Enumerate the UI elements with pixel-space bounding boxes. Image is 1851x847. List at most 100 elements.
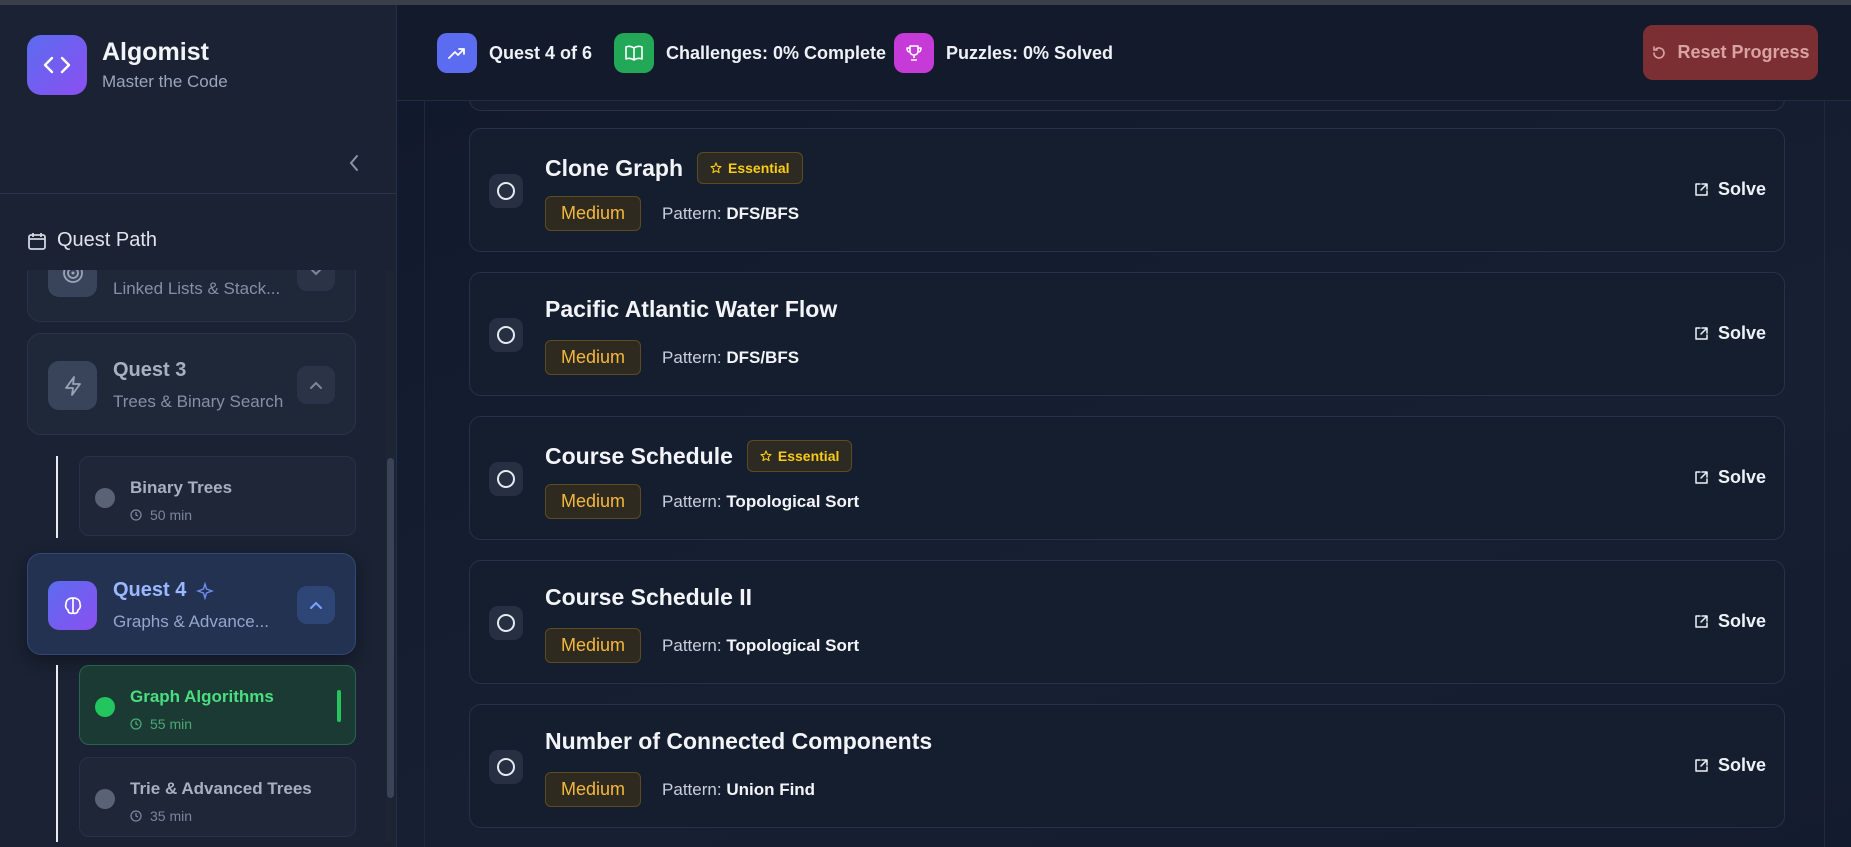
topic-title: Binary Trees (130, 478, 233, 497)
solve-link[interactable]: Solve (1694, 467, 1766, 488)
circle-icon (497, 758, 515, 776)
pattern-text: Pattern: Topological Sort (662, 491, 860, 511)
target-icon (48, 270, 97, 297)
problem-card[interactable]: Number of Connected Components Medium Pa… (469, 704, 1785, 828)
quest-subtitle: Graphs & Advance... (113, 612, 269, 631)
difficulty-badge: Medium (545, 628, 642, 663)
collapse-sidebar-button[interactable] (342, 149, 366, 177)
quest-list[interactable]: Linked Lists & Stack... Quest 3 Trees & … (0, 270, 397, 842)
status-dot (95, 789, 115, 809)
puzzles-stat: Puzzles: 0% Solved (894, 33, 1113, 73)
circle-icon (497, 470, 515, 488)
complete-checkbox[interactable] (489, 462, 523, 496)
topic-title: Graph Algorithms (130, 687, 274, 706)
sparkles-icon (196, 581, 215, 600)
complete-checkbox[interactable] (489, 318, 523, 352)
problem-title: Course Schedule (545, 442, 733, 469)
external-link-icon (1695, 759, 1708, 772)
problem-card[interactable]: Course Schedule II Medium Pattern: Topol… (469, 560, 1785, 684)
problem-title: Number of Connected Components (545, 728, 933, 754)
trending-up-icon (437, 33, 477, 73)
essential-badge: Essential (697, 152, 803, 184)
brand[interactable]: Algomist Master the Code (27, 35, 228, 95)
problem-title: Clone Graph (545, 154, 684, 181)
puzzles-text: Puzzles: 0% Solved (946, 42, 1114, 63)
quest-progress-stat: Quest 4 of 6 (437, 33, 592, 73)
circle-icon (497, 182, 515, 200)
difficulty-badge: Medium (545, 340, 642, 375)
expand-quest-button[interactable] (297, 270, 335, 291)
problem-card[interactable]: Clone Graph Essential Medium Pattern: DF… (469, 128, 1785, 252)
rotate-ccw-icon (1653, 45, 1666, 59)
reset-progress-label: Reset Progress (1677, 42, 1810, 62)
complete-checkbox[interactable] (489, 606, 523, 640)
lightning-icon (48, 361, 97, 410)
status-dot (95, 488, 115, 508)
topic-item[interactable]: Binary Trees 50 min (79, 456, 356, 536)
top-bar: Quest 4 of 6 Challenges: 0% Complete Puz… (397, 5, 1851, 101)
status-dot (95, 697, 115, 717)
code-icon (27, 35, 87, 95)
pattern-text: Pattern: DFS/BFS (662, 347, 800, 367)
pattern-text: Pattern: DFS/BFS (662, 203, 800, 223)
chevron-down-icon (310, 270, 322, 276)
book-icon (614, 33, 654, 73)
clock-icon (130, 810, 142, 822)
chevron-up-icon (310, 601, 322, 609)
quest-card-2[interactable]: Linked Lists & Stack... (27, 270, 356, 322)
pattern-text: Pattern: Union Find (662, 779, 816, 799)
quest-progress-text: Quest 4 of 6 (489, 42, 593, 63)
essential-badge: Essential (746, 440, 853, 472)
topic-duration: 50 min (150, 507, 193, 523)
problem-list[interactable]: Clone Graph Essential Medium Pattern: DF… (397, 101, 1851, 847)
solve-link[interactable]: Solve (1694, 755, 1766, 776)
reset-progress-button[interactable]: Reset Progress (1643, 25, 1818, 80)
topic-title: Trie & Advanced Trees (130, 779, 312, 798)
challenges-stat: Challenges: 0% Complete (614, 33, 886, 73)
brand-title: Algomist (102, 38, 209, 66)
solve-link[interactable]: Solve (1694, 611, 1766, 632)
sidebar-divider (0, 193, 396, 194)
clock-icon (130, 509, 142, 521)
external-link-icon (1695, 471, 1708, 484)
chevron-left-icon (349, 155, 358, 171)
problem-card-partial[interactable] (469, 101, 1785, 111)
trophy-icon (894, 33, 934, 73)
complete-checkbox[interactable] (489, 174, 523, 208)
quest-card-3[interactable]: Quest 3 Trees & Binary Search (27, 333, 356, 435)
solve-link[interactable]: Solve (1694, 179, 1766, 200)
star-icon (710, 162, 722, 174)
external-link-icon (1695, 327, 1708, 340)
brain-icon (48, 581, 97, 630)
problem-card[interactable]: Pacific Atlantic Water Flow Medium Patte… (469, 272, 1785, 396)
topic-item[interactable]: Trie & Advanced Trees 35 min (79, 757, 356, 837)
problem-card[interactable]: Course Schedule Essential Medium Pattern… (469, 416, 1785, 540)
quest-title: Quest 4 (113, 579, 187, 601)
quest-subtitle: Linked Lists & Stack... (113, 279, 281, 298)
difficulty-badge: Medium (545, 772, 642, 807)
topic-duration: 35 min (150, 808, 193, 824)
quest-card-4[interactable]: Quest 4 Graphs & Advance... (27, 553, 356, 655)
sidebar-scrollbar-thumb[interactable] (387, 458, 394, 798)
calendar-icon (28, 232, 46, 250)
solve-link[interactable]: Solve (1694, 323, 1766, 344)
quest-subtitle: Trees & Binary Search (113, 392, 284, 411)
difficulty-badge: Medium (545, 484, 642, 519)
tree-connector (56, 456, 58, 538)
quest-path-header: Quest Path (27, 229, 157, 252)
brand-subtitle: Master the Code (102, 72, 228, 91)
challenges-text: Challenges: 0% Complete (666, 42, 887, 63)
quest-title: Quest 3 (113, 359, 187, 381)
problem-title: Course Schedule II (545, 584, 753, 610)
chevron-up-icon (310, 381, 322, 389)
difficulty-badge: Medium (545, 196, 642, 231)
collapse-quest-button[interactable] (297, 586, 335, 624)
circle-icon (497, 326, 515, 344)
pattern-text: Pattern: Topological Sort (662, 635, 860, 655)
external-link-icon (1695, 183, 1708, 196)
star-icon (760, 450, 772, 462)
complete-checkbox[interactable] (489, 750, 523, 784)
topic-item-active[interactable]: Graph Algorithms 55 min (79, 665, 356, 745)
topic-duration: 55 min (150, 716, 193, 732)
collapse-quest-button[interactable] (297, 366, 335, 404)
